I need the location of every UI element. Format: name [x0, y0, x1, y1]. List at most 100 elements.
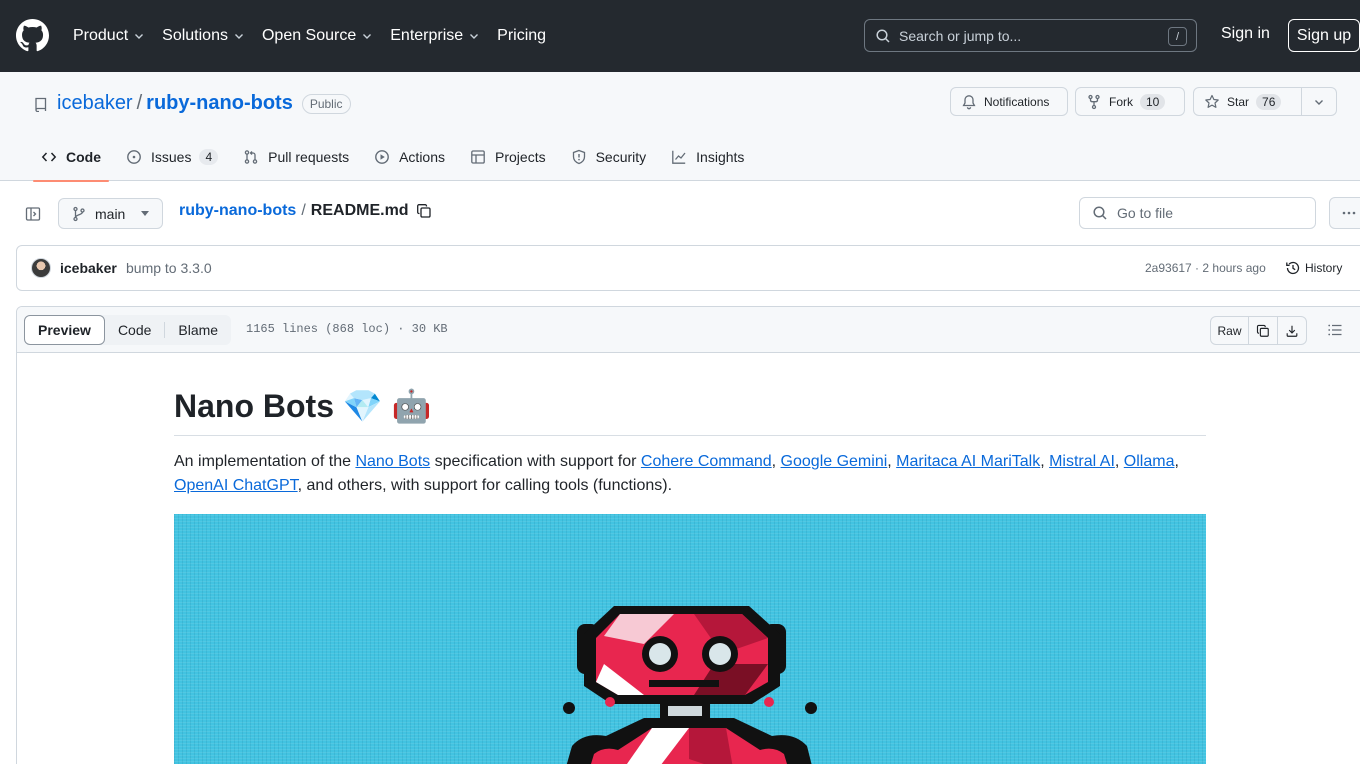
tab-projects-label: Projects: [495, 149, 546, 165]
global-header: Product Solutions Open Source Enterprise…: [0, 0, 1360, 72]
git-branch-icon: [73, 206, 85, 221]
raw-button[interactable]: Raw: [1211, 317, 1249, 344]
chevron-down-icon: [1315, 99, 1323, 105]
readme-intro: An implementation of the Nano Bots speci…: [174, 450, 1206, 498]
nav-solutions[interactable]: Solutions: [162, 27, 245, 45]
more-options-button[interactable]: [1329, 197, 1360, 229]
notifications-button[interactable]: Notifications: [950, 87, 1068, 116]
file-toolbar: Preview Code Blame 1165 lines (868 loc) …: [17, 307, 1360, 353]
nav-product-label: Product: [73, 27, 129, 44]
visibility-badge: Public: [301, 93, 351, 114]
breadcrumb-file-name: README.md: [310, 202, 409, 219]
intro-sep: ,: [1174, 453, 1179, 470]
robot-eye-left-lens: [649, 643, 671, 665]
readme-hero-image[interactable]: [174, 514, 1206, 764]
bell-icon: [962, 94, 976, 109]
copy-path-icon[interactable]: [416, 203, 432, 219]
branch-selector[interactable]: main: [58, 198, 163, 229]
nav-open-source-label: Open Source: [261, 27, 357, 44]
play-circle-icon: [375, 150, 389, 164]
history-icon: [1286, 261, 1300, 275]
sidebar-expand-icon: [25, 207, 41, 221]
breadcrumb: ruby-nano-bots / README.md: [179, 202, 432, 220]
github-logo-icon[interactable]: [16, 19, 49, 52]
tab-security[interactable]: Security: [563, 133, 655, 181]
file-stats: 1165 lines (868 loc) · 30 KB: [246, 322, 448, 336]
link-openai-chatgpt[interactable]: OpenAI ChatGPT: [174, 477, 298, 494]
history-link[interactable]: History: [1285, 260, 1342, 276]
latest-commit-bar: icebaker bump to 3.3.0 2a93617 · 2 hours…: [16, 245, 1360, 291]
star-count: 76: [1256, 93, 1282, 110]
tab-projects[interactable]: Projects: [462, 133, 554, 181]
intro-mid: specification with support for: [430, 453, 641, 470]
commit-author-link[interactable]: icebaker: [60, 260, 117, 276]
outline-button[interactable]: [1320, 315, 1350, 345]
list-unordered-icon: [1328, 324, 1342, 336]
blame-view-button[interactable]: Blame: [165, 315, 231, 345]
download-raw-button[interactable]: [1278, 317, 1306, 344]
tab-issues[interactable]: Issues 4: [118, 133, 226, 181]
star-list-dropdown[interactable]: [1302, 87, 1337, 116]
tab-actions[interactable]: Actions: [366, 133, 453, 181]
sign-up-button[interactable]: Sign up: [1288, 19, 1360, 52]
link-maritaca-ai[interactable]: Maritaca AI MariTalk: [896, 453, 1040, 470]
link-ollama[interactable]: Ollama: [1124, 453, 1175, 470]
fork-button[interactable]: Fork 10: [1075, 87, 1185, 116]
tab-insights[interactable]: Insights: [663, 133, 752, 181]
search-icon: [876, 28, 890, 43]
link-cohere-command[interactable]: Cohere Command: [641, 453, 772, 470]
tab-issues-label: Issues: [151, 149, 192, 165]
fork-icon: [1088, 94, 1100, 109]
global-search-input[interactable]: Search or jump to... /: [864, 19, 1197, 52]
intro-sep: ,: [1114, 453, 1124, 470]
link-nano-bots[interactable]: Nano Bots: [355, 453, 430, 470]
table-icon: [471, 150, 485, 164]
chevron-down-icon: [363, 34, 372, 39]
sign-in-link[interactable]: Sign in: [1221, 25, 1270, 43]
graph-icon: [672, 150, 686, 164]
notifications-group: Notifications: [950, 87, 1068, 116]
issue-opened-icon: [127, 150, 141, 164]
tab-pull-requests[interactable]: Pull requests: [235, 133, 357, 181]
code-icon: [41, 152, 57, 162]
commit-message-link[interactable]: bump to 3.3.0: [126, 260, 212, 276]
repo-separator: /: [136, 92, 143, 114]
file-actions-group: Raw: [1210, 316, 1307, 345]
tab-security-label: Security: [595, 149, 647, 165]
intro-sep: ,: [887, 453, 897, 470]
link-mistral-ai[interactable]: Mistral AI: [1049, 453, 1115, 470]
search-placeholder: Search or jump to...: [899, 27, 1022, 44]
repo-owner-link[interactable]: icebaker: [57, 92, 133, 115]
robot-dot: [563, 702, 575, 714]
repo-name-link[interactable]: ruby-nano-bots: [146, 92, 293, 115]
intro-prefix: An implementation of the: [174, 453, 356, 470]
code-view-button[interactable]: Code: [105, 315, 164, 345]
robot-neck-plate: [668, 706, 702, 716]
expand-file-tree-button[interactable]: [17, 198, 49, 230]
commit-hash-time[interactable]: 2a93617 · 2 hours ago: [1145, 261, 1266, 275]
branch-name: main: [95, 205, 126, 222]
kebab-horizontal-icon: [1342, 211, 1356, 215]
shield-icon: [572, 149, 585, 165]
breadcrumb-repo-link[interactable]: ruby-nano-bots: [179, 202, 296, 220]
preview-tab-button[interactable]: Preview: [24, 315, 105, 345]
nav-pricing[interactable]: Pricing: [497, 27, 546, 45]
chevron-down-icon: [234, 34, 243, 39]
fork-count: 10: [1140, 93, 1166, 110]
link-google-gemini[interactable]: Google Gemini: [781, 453, 888, 470]
robot-eye-right-lens: [709, 643, 731, 665]
star-button[interactable]: Star 76: [1193, 87, 1302, 116]
nav-enterprise[interactable]: Enterprise: [390, 27, 480, 45]
go-to-file-placeholder: Go to file: [1117, 205, 1174, 221]
readme-content: Nano Bots 💎 🤖 An implementation of the N…: [174, 353, 1206, 764]
nav-product[interactable]: Product: [73, 27, 145, 45]
robot-dot: [805, 702, 817, 714]
intro-sep: ,: [1040, 453, 1050, 470]
go-to-file-input[interactable]: Go to file: [1079, 197, 1316, 229]
copy-raw-button[interactable]: [1249, 317, 1278, 344]
star-icon: [1205, 94, 1219, 108]
tab-code[interactable]: Code: [33, 133, 109, 182]
nav-pricing-label: Pricing: [497, 27, 547, 44]
nav-open-source[interactable]: Open Source: [262, 27, 373, 45]
avatar[interactable]: [31, 258, 51, 278]
